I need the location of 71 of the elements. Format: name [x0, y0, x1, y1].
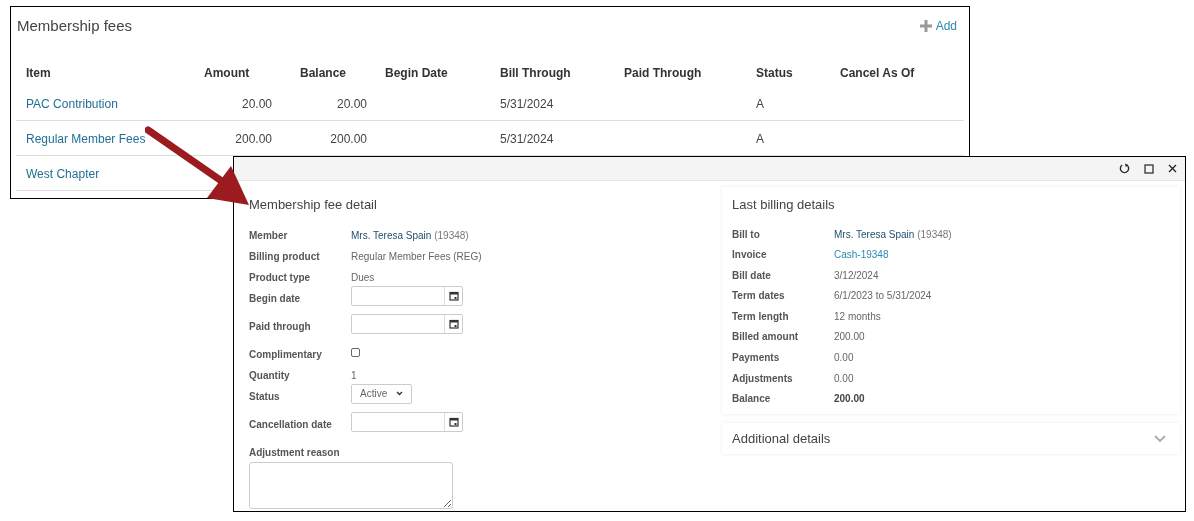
- field-label: Term length: [732, 309, 790, 324]
- table-cell: 20.00: [336, 96, 367, 111]
- item-link[interactable]: Regular Member Fees: [26, 131, 146, 146]
- date-field[interactable]: [351, 313, 463, 334]
- field-value: 3/12/2024: [834, 268, 879, 283]
- table-cell: A: [756, 131, 764, 146]
- invoice-link[interactable]: Cash-19348: [834, 247, 889, 263]
- field-value: 6/1/2023 to 5/31/2024: [834, 289, 932, 304]
- status-select[interactable]: Active: [351, 383, 412, 404]
- table-cell: 200.00: [330, 131, 367, 146]
- field-label: Billing product: [249, 249, 321, 264]
- column-header: Paid Through: [624, 65, 702, 80]
- additional-details-card[interactable]: Additional details: [722, 423, 1180, 454]
- field-label: Product type: [249, 270, 312, 285]
- field-label: Bill to: [732, 227, 761, 242]
- section-title: Additional details: [732, 429, 831, 448]
- add-link[interactable]: Add: [919, 17, 957, 36]
- field-label: Invoice: [732, 248, 768, 263]
- field-value: 0.00: [834, 351, 854, 366]
- table-cell: 5/31/2024: [500, 131, 554, 146]
- date-field[interactable]: [351, 285, 463, 306]
- table-cell: 20.00: [241, 96, 272, 111]
- field-label: Balance: [732, 392, 772, 407]
- field-label: Member: [249, 228, 289, 243]
- field-label: Quantity: [249, 368, 291, 383]
- section-title: Membership fee detail: [249, 196, 378, 214]
- chevron-down-icon: [396, 391, 403, 396]
- field-label: Billed amount: [732, 330, 800, 345]
- item-link[interactable]: PAC Contribution: [26, 96, 118, 111]
- member-name: Mrs. Teresa Spain (19348): [351, 228, 469, 243]
- refresh-icon[interactable]: [1119, 163, 1130, 174]
- calendar-icon[interactable]: [448, 318, 459, 329]
- calendar-icon[interactable]: [448, 416, 459, 427]
- checkbox[interactable]: [351, 347, 360, 357]
- field-label: Bill date: [732, 268, 772, 283]
- column-header: Bill Through: [500, 65, 571, 80]
- item-link[interactable]: West Chapter: [26, 166, 100, 181]
- field-label: Adjustments: [732, 371, 794, 386]
- field-value: 200.00: [834, 330, 865, 345]
- close-icon[interactable]: [1168, 164, 1177, 173]
- column-header: Cancel As Of: [840, 65, 915, 80]
- maximize-icon[interactable]: [1144, 163, 1154, 174]
- column-header: Item: [26, 65, 51, 80]
- plus-icon: [919, 20, 932, 33]
- panel-title: Membership fees: [17, 16, 133, 36]
- field-label: Paid through: [249, 319, 312, 334]
- column-header: Begin Date: [385, 65, 448, 80]
- field-value: 200.00: [834, 392, 865, 407]
- column-header: Status: [756, 65, 793, 80]
- field-value: Dues: [351, 270, 375, 285]
- section-title: Last billing details: [732, 196, 836, 214]
- field-value: 12 months: [834, 309, 881, 324]
- table-cell: A: [756, 96, 764, 111]
- field-value: 1: [351, 368, 357, 383]
- column-header: Amount: [204, 65, 250, 80]
- adjustment-reason-field[interactable]: [249, 461, 453, 509]
- field-label: Status: [249, 389, 281, 404]
- field-value: 0.00: [834, 371, 854, 386]
- field-label: Adjustment reason: [249, 445, 341, 460]
- field-label: Complimentary: [249, 347, 323, 362]
- date-field[interactable]: [351, 411, 463, 432]
- calendar-icon[interactable]: [448, 290, 459, 301]
- bill-to-name: Mrs. Teresa Spain (19348): [834, 227, 952, 242]
- field-value: Regular Member Fees (REG): [351, 249, 482, 264]
- table-cell: 5/31/2024: [500, 96, 554, 111]
- field-label: Term dates: [732, 289, 786, 304]
- column-header: Balance: [300, 65, 347, 80]
- field-label: Begin date: [249, 291, 302, 306]
- field-label: Payments: [732, 351, 781, 366]
- table-cell: 200.00: [235, 131, 272, 146]
- field-label: Cancellation date: [249, 417, 333, 432]
